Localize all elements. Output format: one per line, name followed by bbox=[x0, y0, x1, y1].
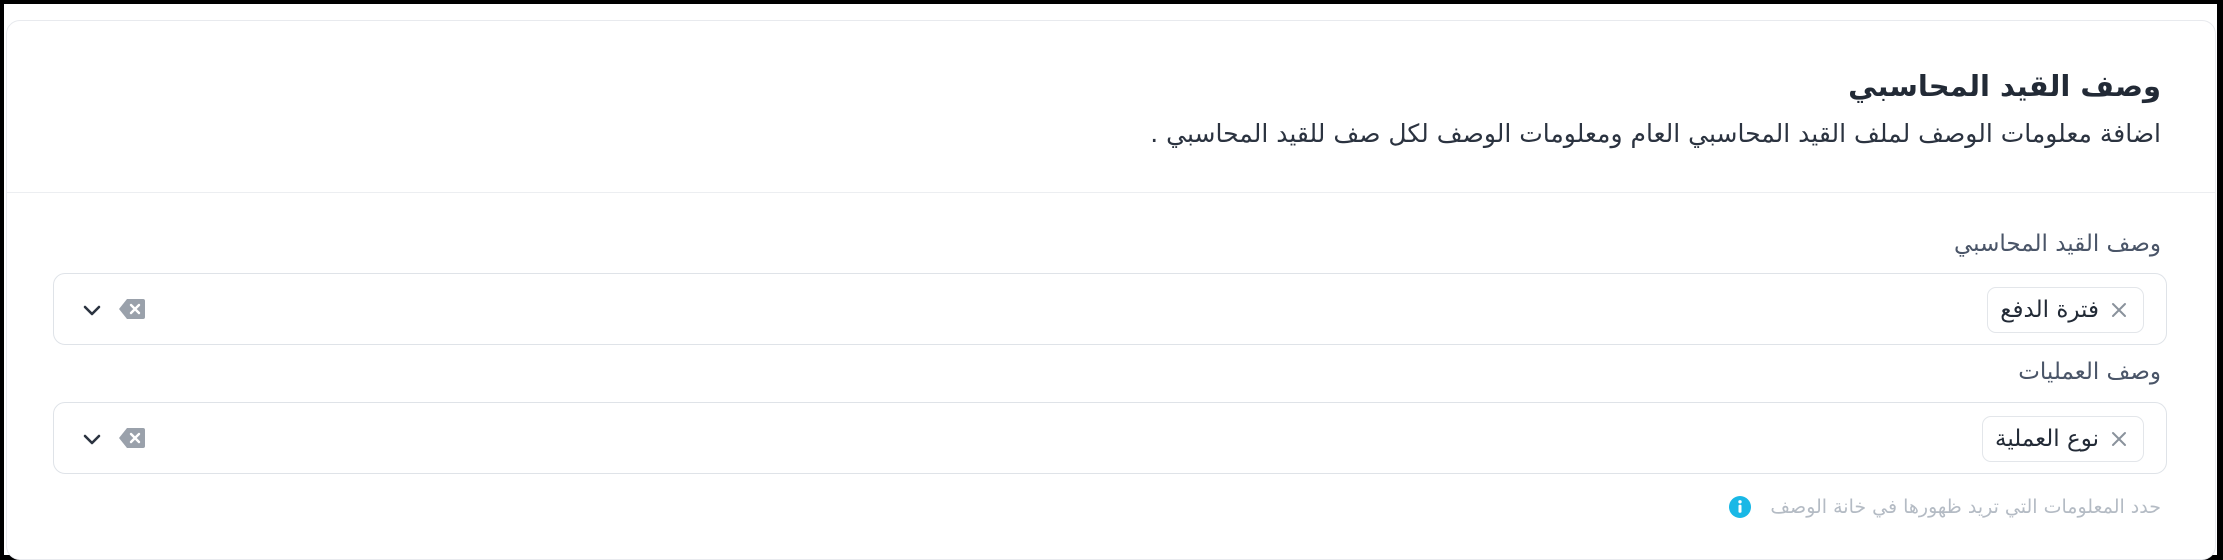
card-title: وصف القيد المحاسبي bbox=[1848, 69, 2161, 103]
chip-label: فترة الدفع bbox=[2000, 297, 2099, 323]
operations-description-label: وصف العمليات bbox=[2018, 359, 2161, 385]
hint-row: حدد المعلومات التي تريد ظهورها في خانة ا… bbox=[1728, 495, 2161, 519]
clear-all-icon[interactable] bbox=[118, 298, 146, 320]
description-settings-card: وصف القيد المحاسبي اضافة معلومات الوصف ل… bbox=[6, 20, 2216, 560]
chip-label: نوع العملية bbox=[1995, 426, 2099, 452]
card-header: وصف القيد المحاسبي اضافة معلومات الوصف ل… bbox=[7, 21, 2215, 193]
chevron-down-icon[interactable] bbox=[80, 427, 104, 451]
operations-description-select[interactable]: نوع العملية bbox=[53, 402, 2167, 474]
clear-all-icon[interactable] bbox=[118, 427, 146, 449]
app-frame: وصف القيد المحاسبي اضافة معلومات الوصف ل… bbox=[4, 4, 2217, 560]
card-subtitle: اضافة معلومات الوصف لملف القيد المحاسبي … bbox=[1150, 119, 2161, 148]
info-icon bbox=[1728, 495, 1752, 519]
chip-remove-icon[interactable] bbox=[2109, 429, 2129, 449]
entry-description-select[interactable]: فترة الدفع bbox=[53, 273, 2167, 345]
selected-chip-operation-type: نوع العملية bbox=[1982, 416, 2144, 462]
entry-description-label: وصف القيد المحاسبي bbox=[1953, 231, 2161, 257]
chip-remove-icon[interactable] bbox=[2109, 300, 2129, 320]
chevron-down-icon[interactable] bbox=[80, 298, 104, 322]
hint-text: حدد المعلومات التي تريد ظهورها في خانة ا… bbox=[1770, 496, 2161, 518]
selected-chip-payment-period: فترة الدفع bbox=[1987, 287, 2144, 333]
